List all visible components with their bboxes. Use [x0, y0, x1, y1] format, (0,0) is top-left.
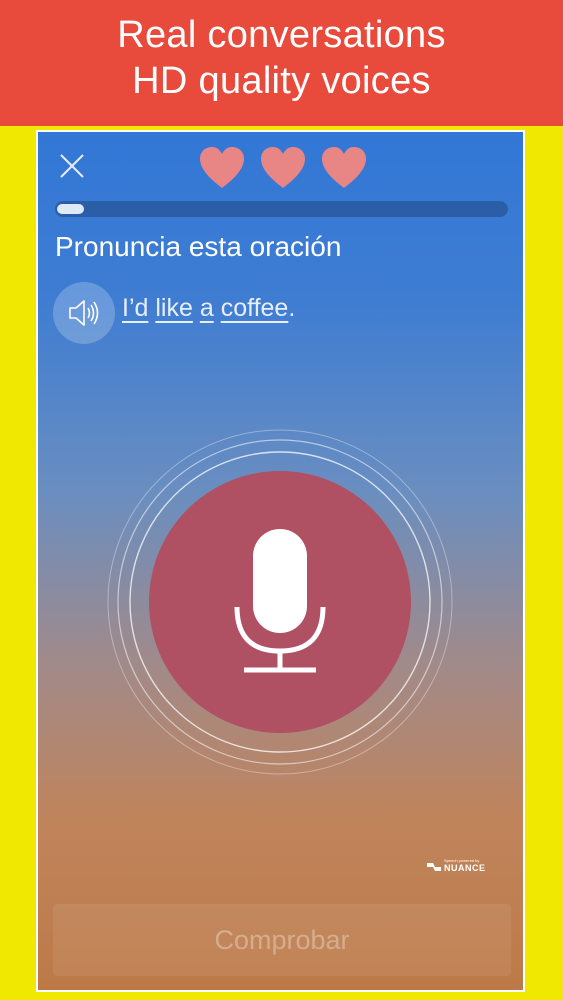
record-area: [103, 427, 453, 777]
close-icon: [60, 154, 84, 178]
banner-line-1: Real conversations: [117, 14, 446, 56]
word-like[interactable]: like: [155, 294, 193, 322]
banner-line-2: HD quality voices: [132, 60, 431, 102]
nuance-attribution: Speech powered by NUANCE: [426, 858, 506, 878]
heart-icon: [200, 147, 244, 188]
phone-screen: Pronuncia esta oración I’d like a coffee…: [36, 130, 525, 992]
speaker-icon: [69, 300, 99, 326]
nuance-name: NUANCE: [444, 863, 486, 873]
word-a[interactable]: a: [200, 294, 214, 322]
lives-hearts: [198, 146, 368, 194]
nuance-logo-icon: [427, 863, 441, 871]
word-id[interactable]: I’d: [122, 294, 148, 322]
heart-icon: [261, 147, 305, 188]
lesson-progress-bar: [55, 201, 508, 217]
heart-icon: [322, 147, 366, 188]
sentence-period: .: [288, 294, 296, 322]
record-button[interactable]: [149, 471, 411, 733]
target-sentence: I’d like a coffee.: [122, 294, 295, 323]
play-audio-button[interactable]: [53, 282, 115, 344]
word-coffee[interactable]: coffee: [221, 294, 289, 322]
close-button[interactable]: [56, 150, 88, 182]
exercise-instruction: Pronuncia esta oración: [55, 231, 342, 262]
promo-banner: Real conversations HD quality voices: [0, 0, 563, 126]
check-button[interactable]: Comprobar: [53, 904, 511, 976]
progress-fill: [57, 204, 84, 214]
microphone-icon: [234, 529, 326, 673]
